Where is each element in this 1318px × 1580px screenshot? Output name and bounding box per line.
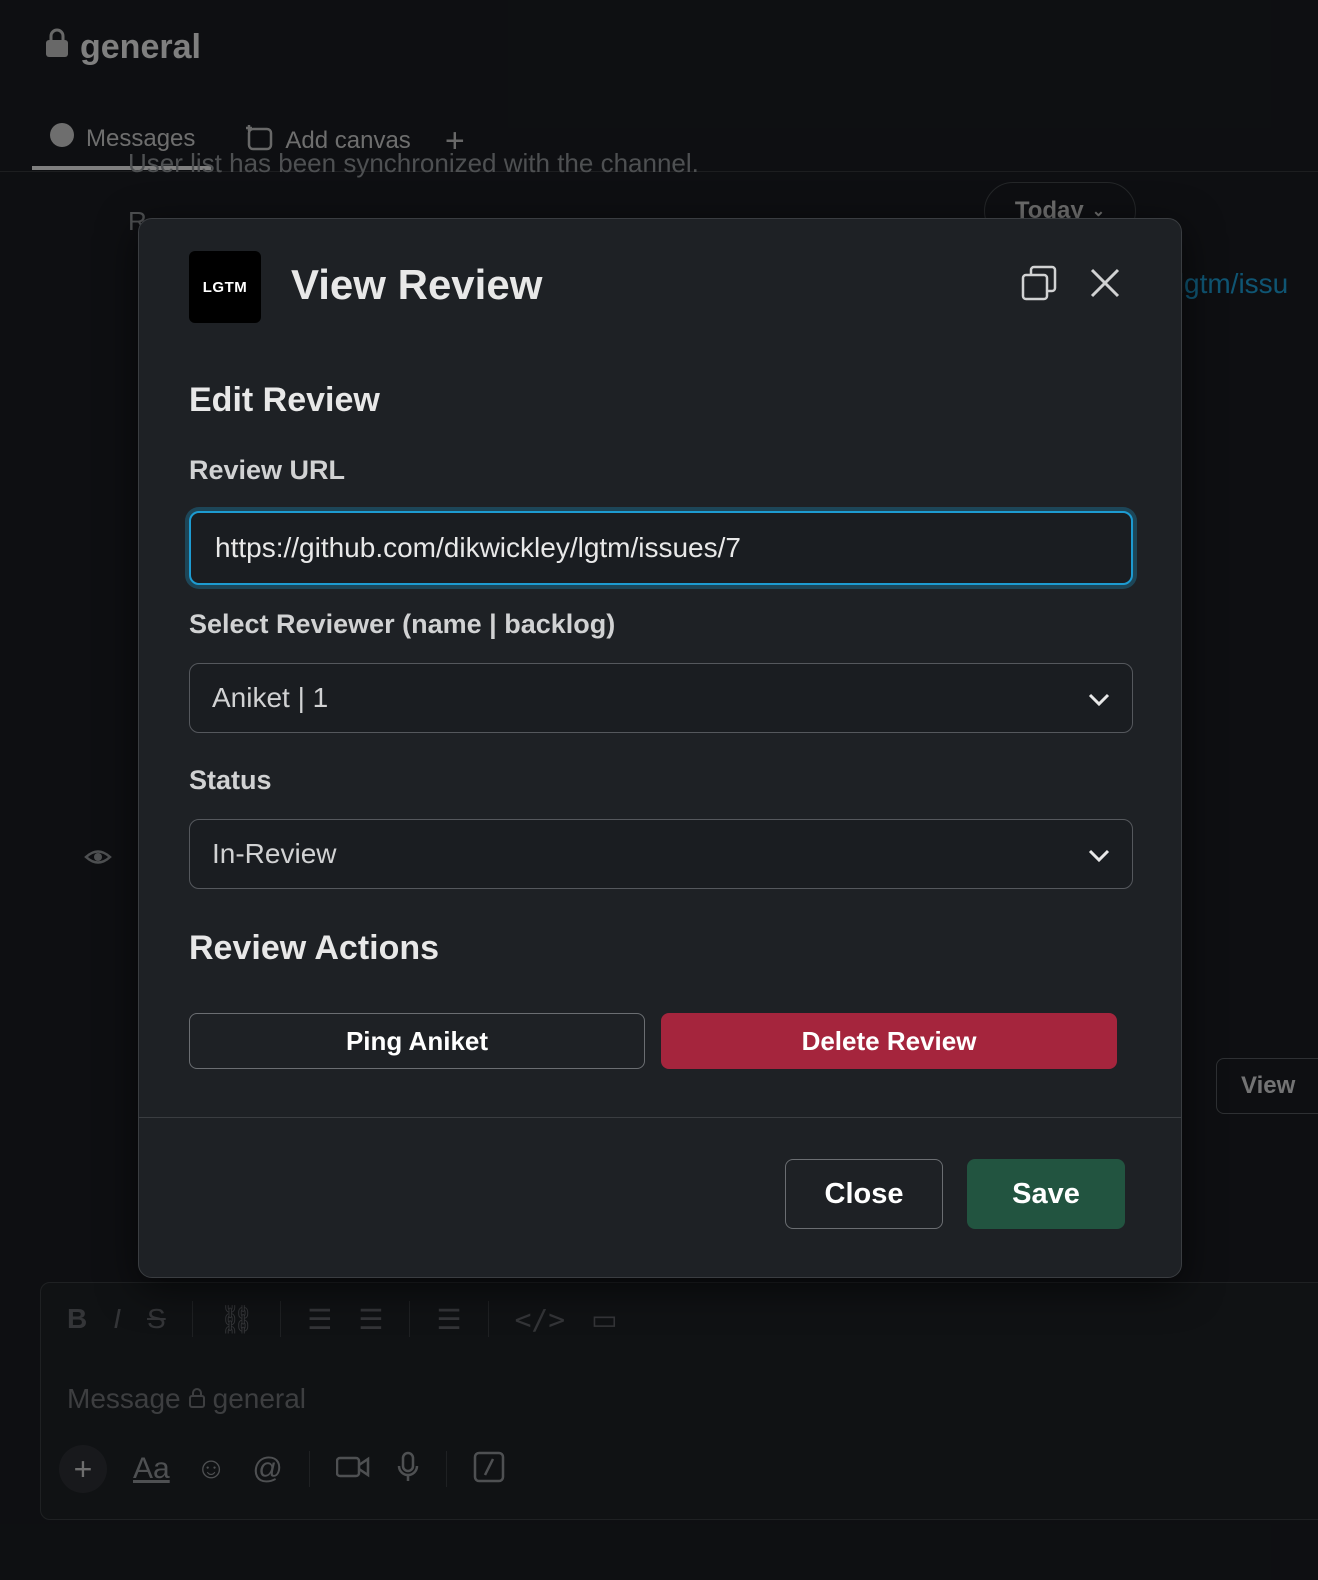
status-select[interactable]: In-Review [189,819,1133,889]
popout-button[interactable] [1017,263,1061,307]
delete-review-button[interactable]: Delete Review [661,1013,1117,1069]
chevron-down-icon [1088,682,1110,714]
status-selected-value: In-Review [212,838,337,869]
status-label: Status [189,765,272,795]
chevron-down-icon [1088,838,1110,870]
review-url-input[interactable]: https://github.com/dikwickley/lgtm/issue… [189,511,1133,585]
edit-review-heading: Edit Review [189,381,380,419]
reviewer-selected-value: Aniket | 1 [212,682,329,713]
review-actions-heading: Review Actions [189,929,440,967]
copy-window-icon [1021,265,1057,306]
close-icon [1089,267,1121,304]
review-url-value: https://github.com/dikwickley/lgtm/issue… [215,532,741,563]
close-modal-button[interactable] [1083,263,1127,307]
modal-footer-divider [139,1117,1181,1118]
ping-reviewer-button[interactable]: Ping Aniket [189,1013,645,1069]
view-review-modal: LGTM View Review Edit Review Review URL … [138,218,1182,1278]
reviewer-select[interactable]: Aniket | 1 [189,663,1133,733]
review-url-label: Review URL [189,455,346,485]
app-logo: LGTM [189,251,261,323]
save-button[interactable]: Save [967,1159,1125,1229]
close-button[interactable]: Close [785,1159,943,1229]
modal-title: View Review [291,261,543,308]
reviewer-label: Select Reviewer (name | backlog) [189,609,616,639]
